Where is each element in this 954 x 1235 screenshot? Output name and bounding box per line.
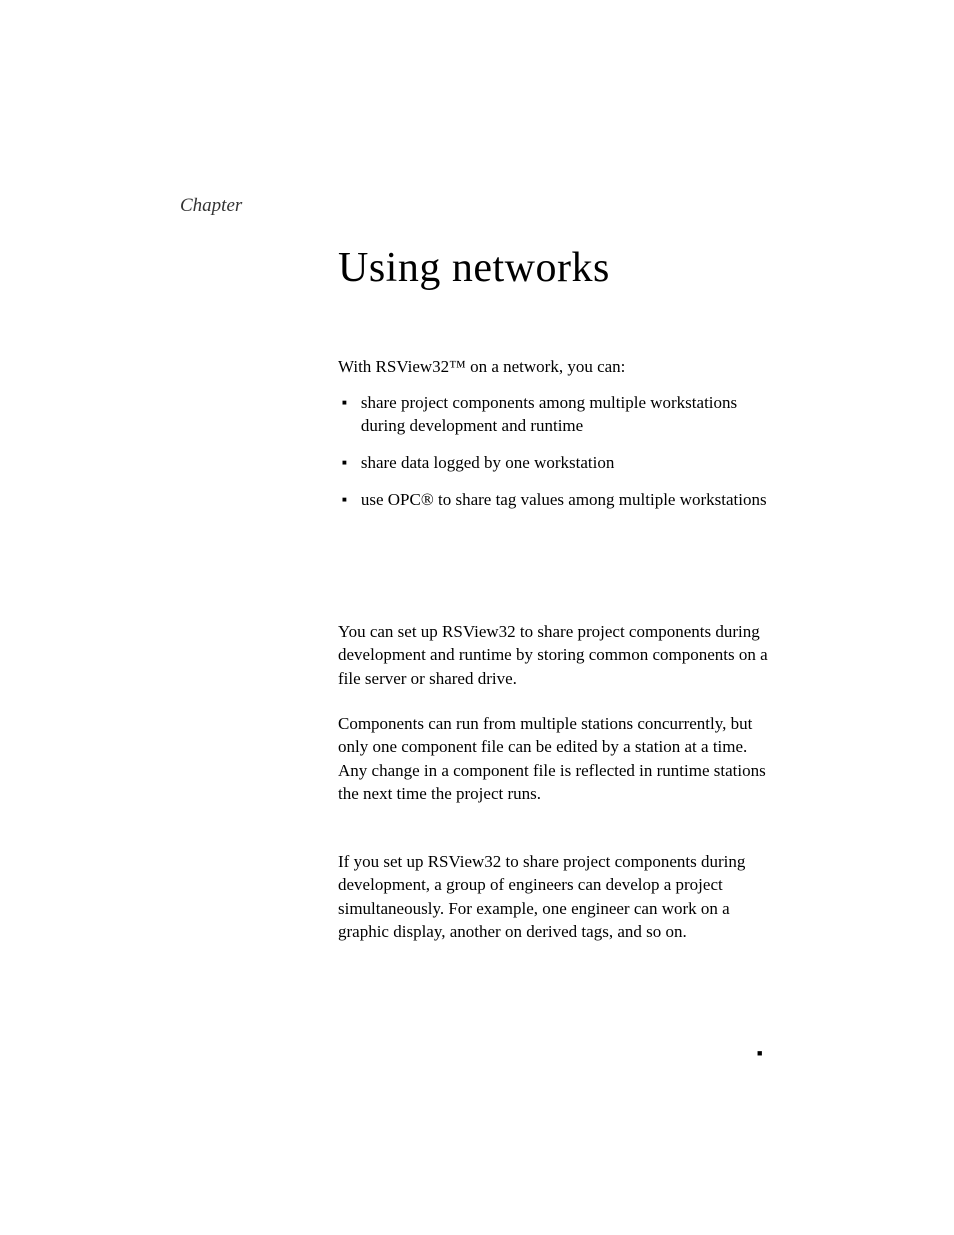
- bullet-icon: ■: [342, 392, 347, 414]
- footer-marker: ■: [757, 1048, 762, 1058]
- bullet-icon: ■: [342, 452, 347, 474]
- paragraph-3: If you set up RSView32 to share project …: [338, 850, 770, 944]
- paragraph-1: You can set up RSView32 to share project…: [338, 620, 768, 690]
- paragraph-2: Components can run from multiple station…: [338, 712, 778, 806]
- bullet-list: ■ share project components among multipl…: [338, 392, 778, 526]
- bullet-text: share data logged by one workstation: [361, 452, 778, 475]
- list-item: ■ share project components among multipl…: [338, 392, 778, 438]
- bullet-text: share project components among multiple …: [361, 392, 778, 438]
- chapter-label: Chapter: [180, 195, 242, 217]
- list-item: ■ use OPC® to share tag values among mul…: [338, 489, 778, 512]
- bullet-text: use OPC® to share tag values among multi…: [361, 489, 778, 512]
- intro-paragraph: With RSView32™ on a network, you can:: [338, 355, 768, 379]
- document-page: Chapter Using networks With RSView32™ on…: [0, 0, 954, 1235]
- list-item: ■ share data logged by one workstation: [338, 452, 778, 475]
- chapter-title: Using networks: [338, 244, 610, 292]
- bullet-icon: ■: [342, 489, 347, 511]
